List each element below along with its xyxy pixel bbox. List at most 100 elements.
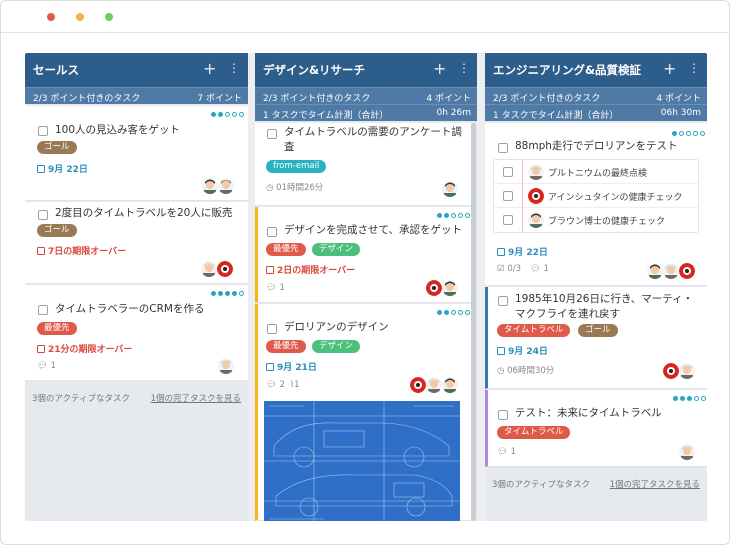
column-title: エンジニアリング&品質検証 bbox=[493, 63, 642, 77]
task-title: テスト：未来にタイムトラベル bbox=[515, 407, 662, 419]
blueprint-image[interactable] bbox=[264, 401, 460, 521]
tag-design[interactable]: デザイン bbox=[312, 340, 361, 353]
avatar[interactable] bbox=[217, 261, 233, 277]
subtask-item[interactable]: ブラウン博士の健康チェック bbox=[494, 208, 698, 232]
points-summary: 2/3 ポイント付きのタスク 4 ポイント bbox=[255, 87, 477, 104]
avatar[interactable] bbox=[410, 377, 426, 393]
subtask-item[interactable]: プルトニウムの最終点検 bbox=[494, 160, 698, 184]
task-card[interactable]: 88mph走行でデロリアンをテスト プルトニウムの最終点検 アインシュタインの健… bbox=[485, 123, 707, 286]
tag-priority[interactable]: 最優先 bbox=[37, 322, 77, 335]
task-checkbox[interactable] bbox=[267, 227, 277, 237]
minimize-window-button[interactable] bbox=[76, 13, 84, 21]
task-checkbox[interactable] bbox=[38, 305, 48, 315]
task-checkbox[interactable] bbox=[498, 143, 508, 153]
plus-icon[interactable]: + bbox=[663, 59, 676, 78]
comment-count[interactable]: 💬︎ 1 bbox=[530, 264, 549, 274]
avatar[interactable] bbox=[528, 164, 544, 180]
task-card[interactable]: タイムトラベルの需要のアンケート調査 from-email ◷ 01時間26分 bbox=[255, 123, 471, 206]
tag-goal[interactable]: ゴール bbox=[578, 324, 618, 337]
avatar[interactable] bbox=[442, 181, 458, 197]
subtask-item[interactable]: アインシュタインの健康チェック bbox=[494, 184, 698, 208]
more-vertical-icon[interactable]: ⋮ bbox=[458, 61, 470, 75]
task-checkbox[interactable] bbox=[38, 126, 48, 136]
task-title: 1985年10月26日に行き、マーティ・マクフライを連れ戻す bbox=[515, 293, 694, 320]
calendar-icon bbox=[37, 247, 45, 255]
maximize-window-button[interactable] bbox=[105, 13, 113, 21]
view-completed-link[interactable]: 1個の完了タスクを見る bbox=[610, 478, 700, 490]
task-title: デロリアンのデザイン bbox=[284, 321, 389, 333]
calendar-icon bbox=[266, 363, 274, 371]
avatar[interactable] bbox=[679, 444, 695, 460]
avatar[interactable] bbox=[679, 363, 695, 379]
points-summary: 2/3 ポイント付きのタスク 4 ポイント bbox=[485, 87, 707, 104]
comment-count[interactable]: 💬︎ 2 bbox=[266, 380, 285, 390]
time-value: 06h 30m bbox=[660, 108, 701, 118]
progress-dots bbox=[672, 131, 705, 136]
tag-from-email[interactable]: from-email bbox=[266, 160, 327, 173]
plus-icon[interactable]: + bbox=[203, 59, 216, 78]
task-card[interactable]: タイムトラベラーのCRMを作る 最優先 21分の期限オーバー 💬︎ 1 bbox=[25, 285, 248, 381]
task-card[interactable]: 1985年10月26日に行き、マーティ・マクフライを連れ戻す タイムトラベル ゴ… bbox=[485, 287, 707, 389]
tag-design[interactable]: デザイン bbox=[312, 243, 361, 256]
task-card[interactable]: 2度目のタイムトラベルを20人に販売 ゴール 7日の期限オーバー bbox=[25, 202, 248, 284]
comment-count[interactable]: 💬︎ 1 bbox=[497, 447, 516, 457]
avatar[interactable] bbox=[426, 280, 442, 296]
avatar[interactable] bbox=[218, 358, 234, 374]
avatar[interactable] bbox=[442, 280, 458, 296]
more-vertical-icon[interactable]: ⋮ bbox=[688, 61, 700, 75]
close-window-button[interactable] bbox=[47, 13, 55, 21]
task-title: 88mph走行でデロリアンをテスト bbox=[515, 140, 678, 152]
avatar[interactable] bbox=[647, 263, 663, 279]
calendar-icon bbox=[497, 347, 505, 355]
points-value: 7 ポイント bbox=[197, 94, 242, 104]
task-card[interactable]: デザインを完成させて、承認をゲット 最優先 デザイン 2日の期限オーバー 💬︎ … bbox=[255, 207, 471, 303]
time-value: 0h 26m bbox=[436, 108, 471, 118]
avatar[interactable] bbox=[528, 212, 544, 228]
tag-priority[interactable]: 最優先 bbox=[266, 340, 306, 353]
more-vertical-icon[interactable]: ⋮ bbox=[228, 61, 240, 75]
subtask-checkbox[interactable] bbox=[503, 191, 513, 201]
time-tracking-summary: 1 タスクでタイム計測（合計） 0h 26m bbox=[255, 104, 477, 121]
plus-icon[interactable]: + bbox=[433, 59, 446, 78]
attachment-count[interactable]: ⌇1 bbox=[290, 380, 300, 390]
tag-time-travel[interactable]: タイムトラベル bbox=[497, 426, 571, 439]
tag-priority[interactable]: 最優先 bbox=[266, 243, 306, 256]
avatar[interactable] bbox=[663, 263, 679, 279]
comment-count[interactable]: 💬︎ 1 bbox=[37, 361, 56, 371]
due-date: 9月 22日 bbox=[37, 162, 88, 175]
subtask-checkbox[interactable] bbox=[503, 167, 513, 177]
task-card[interactable]: デロリアンのデザイン 最優先 デザイン 9月 21日 💬︎ 2 ⌇1 bbox=[255, 304, 471, 521]
comment-icon: 💬︎ bbox=[266, 380, 277, 390]
checklist-count[interactable]: ☑︎ 0/3 bbox=[497, 264, 521, 274]
avatar[interactable] bbox=[679, 263, 695, 279]
avatar[interactable] bbox=[201, 261, 217, 277]
points-value: 4 ポイント bbox=[656, 94, 701, 104]
subtask-checkbox[interactable] bbox=[503, 215, 513, 225]
scrollbar[interactable] bbox=[471, 123, 476, 521]
comment-count[interactable]: 💬︎ 1 bbox=[266, 283, 285, 293]
time-tracking-summary: 1 タスクでタイム計測（合計） 06h 30m bbox=[485, 104, 707, 121]
column-sales: セールス + ⋮ 2/3 ポイント付きのタスク 7 ポイント 100人の見込み客… bbox=[25, 53, 248, 521]
task-checkbox[interactable] bbox=[267, 129, 277, 139]
tag-time-travel[interactable]: タイムトラベル bbox=[497, 324, 571, 337]
comment-icon: 💬︎ bbox=[530, 264, 541, 274]
avatar[interactable] bbox=[202, 178, 218, 194]
task-card[interactable]: 100人の見込み客をゲット ゴール 9月 22日 bbox=[25, 106, 248, 201]
view-completed-link[interactable]: 1個の完了タスクを見る bbox=[151, 392, 241, 404]
tag-goal[interactable]: ゴール bbox=[37, 141, 77, 154]
tag-goal[interactable]: ゴール bbox=[37, 224, 77, 237]
task-checkbox[interactable] bbox=[498, 410, 508, 420]
task-card[interactable]: テスト：未来にタイムトラベル タイムトラベル 💬︎ 1 bbox=[485, 390, 707, 467]
subtask-list: プルトニウムの最終点検 アインシュタインの健康チェック ブラウン博士の健康チェッ… bbox=[493, 159, 699, 233]
subtask-label: ブラウン博士の健康チェック bbox=[548, 217, 666, 227]
column-header: デザイン&リサーチ + ⋮ bbox=[255, 53, 477, 87]
avatar[interactable] bbox=[442, 377, 458, 393]
avatar[interactable] bbox=[218, 178, 234, 194]
task-checkbox[interactable] bbox=[498, 296, 508, 306]
task-checkbox[interactable] bbox=[38, 210, 48, 220]
avatar[interactable] bbox=[528, 188, 544, 204]
task-checkbox[interactable] bbox=[267, 324, 277, 334]
task-title: 2度目のタイムトラベルを20人に販売 bbox=[55, 207, 233, 219]
avatar[interactable] bbox=[663, 363, 679, 379]
avatar[interactable] bbox=[426, 377, 442, 393]
